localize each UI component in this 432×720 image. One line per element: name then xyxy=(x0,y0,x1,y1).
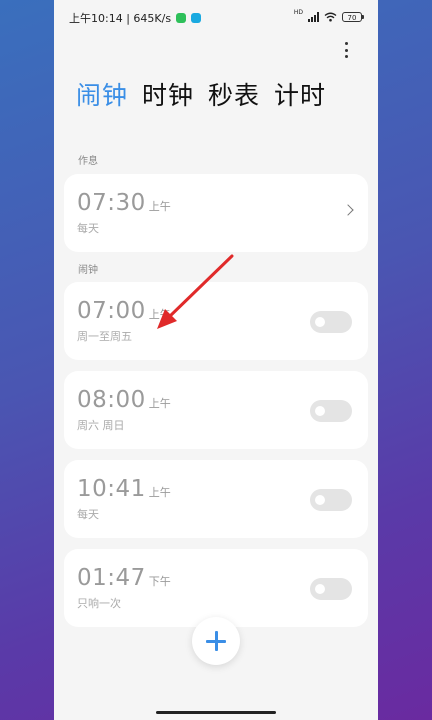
alarm-toggle-2[interactable] xyxy=(310,400,352,422)
alarm-card-2[interactable]: 08:00 上午 周六 周日 xyxy=(64,371,368,449)
alarm-repeat: 每天 xyxy=(77,508,99,521)
status-left: 上午10:14 | 645K/s xyxy=(69,10,202,26)
toggle-knob xyxy=(315,317,325,327)
home-indicator[interactable] xyxy=(156,711,276,714)
tab-clock[interactable]: 时钟 xyxy=(142,76,194,112)
alarm-time: 08:00 xyxy=(77,387,146,413)
battery-icon: 70 xyxy=(342,11,364,22)
wechat-notification-icon xyxy=(176,13,187,23)
section-label-rest: 作息 xyxy=(78,156,98,167)
toggle-knob xyxy=(315,406,325,416)
alarm-repeat: 周六 周日 xyxy=(77,419,125,432)
alarm-time-row: 07:00 上午 xyxy=(77,298,171,324)
signal-icon xyxy=(308,11,319,22)
alarm-repeat: 周一至周五 xyxy=(77,330,132,343)
alarm-time: 10:41 xyxy=(77,476,146,502)
network-type-label: HD xyxy=(293,9,303,16)
tab-alarm[interactable]: 闹钟 xyxy=(76,76,128,112)
alarm-card-1[interactable]: 07:00 上午 周一至周五 xyxy=(64,282,368,360)
alarm-time: 01:47 xyxy=(77,565,146,591)
rest-repeat: 每天 xyxy=(77,222,99,235)
alarm-toggle-4[interactable] xyxy=(310,578,352,600)
alarm-repeat: 只响一次 xyxy=(77,597,121,610)
alarm-card-4[interactable]: 01:47 下午 只响一次 xyxy=(64,549,368,627)
status-bar: 上午10:14 | 645K/s HD 70 xyxy=(54,0,378,34)
rest-time-row: 07:30 上午 xyxy=(77,190,171,216)
alarm-time: 07:00 xyxy=(77,298,146,324)
chevron-right-icon xyxy=(342,204,354,216)
status-time-speed: 上午10:14 | 645K/s xyxy=(69,12,172,25)
wifi-icon xyxy=(324,12,337,21)
battery-level: 70 xyxy=(347,13,357,22)
plus-icon xyxy=(192,617,240,665)
alarm-ampm: 上午 xyxy=(148,486,171,499)
status-right: HD 70 xyxy=(293,9,364,23)
alarm-ampm: 上午 xyxy=(148,308,171,321)
rest-ampm: 上午 xyxy=(148,200,171,213)
tab-stopwatch[interactable]: 秒表 xyxy=(208,76,260,112)
phone-screen: 上午10:14 | 645K/s HD 70 闹钟 时钟 秒表 计时 作息 07… xyxy=(54,0,378,720)
alarm-toggle-1[interactable] xyxy=(310,311,352,333)
rest-time: 07:30 xyxy=(77,190,146,216)
alarm-time-row: 01:47 下午 xyxy=(77,565,171,591)
alarm-card-3[interactable]: 10:41 上午 每天 xyxy=(64,460,368,538)
tab-bar: 闹钟 时钟 秒表 计时 xyxy=(76,76,326,112)
tab-timer[interactable]: 计时 xyxy=(274,76,326,112)
rest-schedule-card[interactable]: 07:30 上午 每天 xyxy=(64,174,368,252)
alarm-time-row: 10:41 上午 xyxy=(77,476,171,502)
alarm-ampm: 下午 xyxy=(148,575,171,588)
alarm-toggle-3[interactable] xyxy=(310,489,352,511)
toggle-knob xyxy=(315,495,325,505)
app-notification-icon xyxy=(191,13,202,23)
alarm-time-row: 08:00 上午 xyxy=(77,387,171,413)
toggle-knob xyxy=(315,584,325,594)
more-vertical-icon[interactable] xyxy=(336,42,356,58)
alarm-ampm: 上午 xyxy=(148,397,171,410)
section-label-alarm: 闹钟 xyxy=(78,265,98,276)
add-alarm-button[interactable] xyxy=(192,617,240,665)
